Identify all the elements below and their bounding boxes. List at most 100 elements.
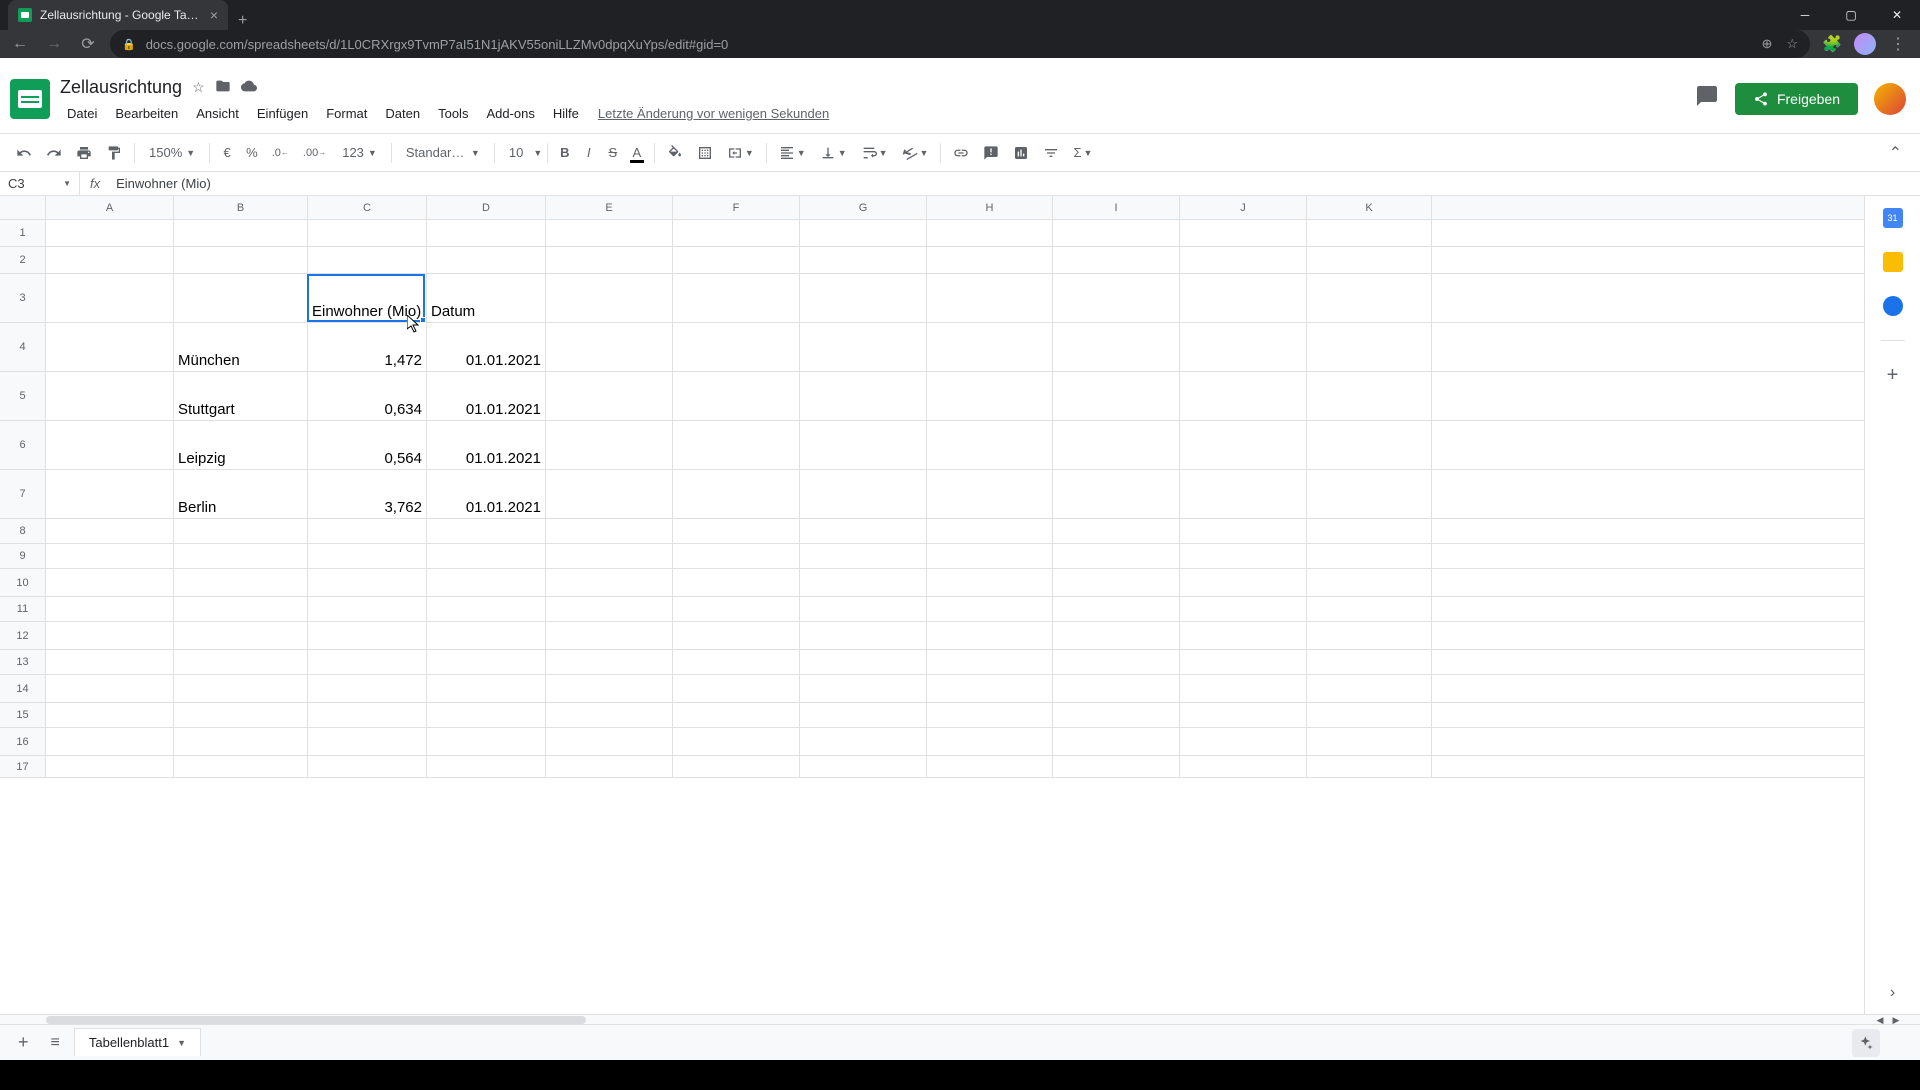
cell[interactable] [546, 274, 673, 322]
percent-button[interactable]: % [240, 141, 264, 164]
cell[interactable] [800, 544, 927, 568]
cell[interactable]: Stuttgart [174, 372, 308, 420]
cell[interactable] [673, 323, 800, 371]
cell[interactable] [1307, 728, 1432, 755]
cell[interactable] [46, 372, 174, 420]
cell[interactable] [673, 703, 800, 727]
cell[interactable] [673, 675, 800, 702]
cell[interactable] [673, 519, 800, 543]
cell[interactable]: 1,472 [308, 323, 427, 371]
collapse-toolbar-button[interactable]: ⌃ [1881, 139, 1910, 167]
cell[interactable] [174, 274, 308, 322]
cell[interactable] [1053, 675, 1180, 702]
column-header[interactable]: B [174, 196, 308, 219]
cell[interactable] [308, 597, 427, 621]
column-header[interactable]: F [673, 196, 800, 219]
extensions-icon[interactable]: 🧩 [1820, 34, 1844, 54]
functions-button[interactable]: Σ▼ [1067, 141, 1098, 164]
fill-color-button[interactable] [661, 141, 689, 165]
cell[interactable] [46, 421, 174, 469]
cell[interactable] [1307, 421, 1432, 469]
row-header[interactable]: 14 [0, 675, 46, 702]
cell[interactable] [1180, 247, 1307, 273]
cell[interactable] [1053, 247, 1180, 273]
column-header[interactable]: G [800, 196, 927, 219]
cloud-status-icon[interactable] [241, 78, 257, 97]
cell[interactable] [1307, 569, 1432, 596]
column-header[interactable]: D [427, 196, 546, 219]
cell[interactable] [927, 470, 1053, 518]
row-header[interactable]: 11 [0, 597, 46, 621]
cell[interactable] [1053, 372, 1180, 420]
cell[interactable] [1307, 756, 1432, 777]
column-header[interactable]: H [927, 196, 1053, 219]
browser-tab[interactable]: Zellausrichtung - Google Tabelle × [8, 0, 228, 30]
maximize-button[interactable]: ▢ [1828, 0, 1874, 30]
cell[interactable] [673, 247, 800, 273]
cell[interactable] [800, 519, 927, 543]
cell[interactable] [1180, 675, 1307, 702]
scroll-left-icon[interactable]: ◀ [1872, 1015, 1888, 1024]
cell[interactable] [46, 675, 174, 702]
cell[interactable] [546, 597, 673, 621]
wrap-button[interactable]: ▼ [855, 141, 894, 165]
add-sheet-button[interactable]: + [10, 1028, 37, 1057]
v-align-button[interactable]: ▼ [814, 141, 853, 165]
row-header[interactable]: 3 [0, 274, 46, 322]
row-header[interactable]: 7 [0, 470, 46, 518]
cell[interactable] [800, 756, 927, 777]
cell[interactable] [1053, 703, 1180, 727]
cell[interactable] [1307, 220, 1432, 246]
link-button[interactable] [947, 141, 975, 165]
cell[interactable]: 01.01.2021 [427, 323, 546, 371]
cell[interactable] [927, 675, 1053, 702]
scroll-right-icon[interactable]: ▶ [1888, 1015, 1904, 1024]
cell[interactable] [1180, 372, 1307, 420]
cell[interactable] [1307, 675, 1432, 702]
explore-button[interactable] [1852, 1029, 1880, 1057]
h-scrollbar[interactable]: ◀ ▶ [0, 1014, 1920, 1024]
zoom-icon[interactable]: ⊕ [1761, 36, 1772, 52]
cell[interactable] [927, 421, 1053, 469]
cell[interactable] [427, 756, 546, 777]
cell[interactable] [1180, 756, 1307, 777]
cell[interactable] [46, 756, 174, 777]
all-sheets-button[interactable]: ≡ [45, 1030, 66, 1056]
cell[interactable] [1053, 323, 1180, 371]
row-header[interactable]: 15 [0, 703, 46, 727]
cell[interactable] [174, 597, 308, 621]
cell[interactable] [1307, 323, 1432, 371]
menu-format[interactable]: Format [319, 104, 374, 123]
cell[interactable]: 01.01.2021 [427, 470, 546, 518]
menu-help[interactable]: Hilfe [546, 104, 586, 123]
cell[interactable] [46, 544, 174, 568]
cell[interactable] [927, 703, 1053, 727]
cell[interactable] [174, 569, 308, 596]
cell[interactable] [1307, 274, 1432, 322]
cell[interactable] [308, 756, 427, 777]
cell[interactable] [46, 569, 174, 596]
cell[interactable] [1180, 650, 1307, 674]
cell[interactable] [673, 220, 800, 246]
cell[interactable] [800, 274, 927, 322]
cell[interactable] [1307, 470, 1432, 518]
cell[interactable] [174, 519, 308, 543]
cell[interactable] [546, 323, 673, 371]
italic-button[interactable]: I [578, 141, 600, 164]
menu-edit[interactable]: Bearbeiten [108, 104, 185, 123]
bookmark-icon[interactable]: ☆ [1786, 36, 1798, 52]
formula-input[interactable]: Einwohner (Mio) [110, 176, 1920, 191]
cell[interactable] [546, 622, 673, 649]
cell[interactable] [927, 544, 1053, 568]
menu-insert[interactable]: Einfügen [250, 104, 315, 123]
cell[interactable] [1307, 544, 1432, 568]
cell[interactable] [308, 703, 427, 727]
cell[interactable] [673, 650, 800, 674]
menu-addons[interactable]: Add-ons [479, 104, 541, 123]
add-addon-button[interactable]: + [1883, 365, 1903, 385]
cell[interactable] [427, 220, 546, 246]
cell[interactable] [174, 622, 308, 649]
hide-panel-button[interactable]: › [1890, 984, 1895, 1002]
cell[interactable] [800, 323, 927, 371]
cell[interactable] [800, 220, 927, 246]
